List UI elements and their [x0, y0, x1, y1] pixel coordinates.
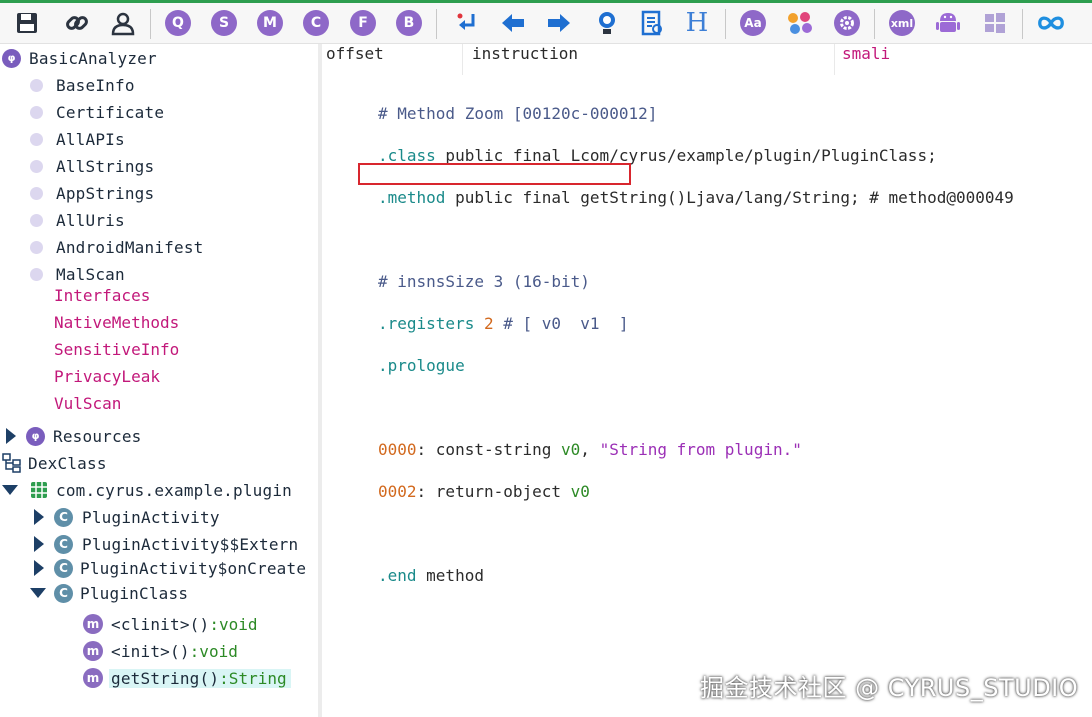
infinity-icon[interactable] [1036, 8, 1066, 38]
code-line: .method public final getString()Ljava/la… [378, 188, 1014, 207]
f-icon[interactable]: F [348, 8, 378, 38]
bulb-icon[interactable] [592, 8, 622, 38]
method-icon: m [83, 668, 103, 688]
forward-icon[interactable] [544, 8, 574, 38]
q-icon[interactable]: Q [163, 8, 193, 38]
xml-icon[interactable]: xml [887, 8, 917, 38]
splitter[interactable] [318, 44, 322, 717]
expand-arrow-icon[interactable] [6, 428, 16, 444]
code-line: .prologue [378, 356, 465, 375]
code-line: # insnsSize 3 (16-bit) [378, 272, 590, 291]
font-icon[interactable]: Aa [738, 8, 768, 38]
bullet-icon [30, 186, 43, 200]
tree-item-resources[interactable]: φ Resources [6, 424, 142, 448]
back-icon[interactable] [498, 8, 528, 38]
tree-item-allapis[interactable]: AllAPIs [30, 127, 125, 151]
c-icon[interactable]: C [301, 8, 331, 38]
tree-item-vulscan[interactable]: VulScan [54, 391, 121, 415]
bullet-icon [30, 105, 43, 119]
expand-arrow-icon[interactable] [34, 536, 44, 552]
expand-arrow-icon[interactable] [34, 509, 44, 525]
code-line: # Method Zoom [00120c-000012] [378, 104, 658, 123]
bullet-icon [30, 267, 43, 281]
tree-item-method-init[interactable]: m <init>():void [83, 639, 238, 663]
settings-icon[interactable] [832, 8, 862, 38]
android-icon[interactable] [933, 8, 963, 38]
column-header-smali[interactable]: smali [838, 44, 1092, 75]
class-icon: C [54, 534, 73, 554]
class-icon: C [54, 558, 73, 578]
code-line: .registers 2 # [ v0 v1 ] [378, 314, 629, 333]
collapse-arrow-icon[interactable] [30, 588, 46, 598]
h-icon[interactable]: H [682, 8, 712, 38]
tree-item-class-pluginactivity-oncreate[interactable]: C PluginActivity$onCreate [34, 556, 306, 580]
tree-item-appstrings[interactable]: AppStrings [30, 181, 154, 205]
expand-arrow-icon[interactable] [34, 560, 44, 576]
tree-item-sensitiveinfo[interactable]: SensitiveInfo [54, 337, 179, 361]
m-icon[interactable]: M [255, 8, 285, 38]
tree-item-method-clinit[interactable]: m <clinit>():void [83, 612, 258, 636]
project-tree: φ BasicAnalyzer BaseInfo Certificate All… [0, 44, 318, 717]
tree-item-method-getstring[interactable]: m getString():String [83, 666, 291, 690]
tree-item-privacyleak[interactable]: PrivacyLeak [54, 364, 160, 388]
windows-icon[interactable] [980, 8, 1010, 38]
highlight-box [358, 163, 631, 185]
bullet-icon [30, 78, 43, 92]
bullet-icon [30, 132, 43, 146]
b-icon[interactable]: B [394, 8, 424, 38]
smali-code-view[interactable]: # Method Zoom [00120c-000012] .class pub… [378, 82, 1014, 607]
column-header-instruction[interactable]: instruction [468, 44, 835, 75]
link-icon[interactable] [62, 8, 92, 38]
tree-item-baseinfo[interactable]: BaseInfo [30, 73, 135, 97]
save-icon[interactable] [12, 8, 42, 38]
resources-icon: φ [26, 426, 45, 446]
bullet-icon [30, 159, 43, 173]
tree-item-allstrings[interactable]: AllStrings [30, 154, 154, 178]
method-icon: m [83, 614, 103, 634]
bullet-icon [30, 213, 43, 227]
jump-icon[interactable] [452, 8, 482, 38]
class-icon: C [54, 583, 73, 603]
watermark: 掘金技术社区 @ CYRUS_STUDIO [700, 674, 1079, 702]
code-line: 0000: const-string v0, "String from plug… [378, 440, 802, 459]
tree-root-basicanalyzer[interactable]: φ BasicAnalyzer [2, 46, 157, 70]
collapse-arrow-icon[interactable] [2, 485, 18, 495]
bullet-icon [30, 240, 43, 254]
palette-icon[interactable] [785, 8, 815, 38]
user-icon[interactable] [108, 8, 138, 38]
tree-item-class-pluginactivity-extern[interactable]: C PluginActivity$$Extern [34, 532, 298, 556]
toolbar: Q S M C F B H Aa xml [0, 3, 1092, 44]
tree-item-package[interactable]: com.cyrus.example.plugin [2, 478, 292, 502]
tree-item-certificate[interactable]: Certificate [30, 100, 164, 124]
class-icon: C [54, 507, 73, 527]
code-line: .end method [378, 566, 484, 585]
hierarchy-icon [2, 453, 21, 473]
analyzer-icon: φ [2, 48, 21, 68]
tree-item-class-pluginclass[interactable]: C PluginClass [30, 581, 188, 605]
tree-item-dexclass[interactable]: DexClass [2, 451, 107, 475]
s-icon[interactable]: S [209, 8, 239, 38]
package-icon [31, 482, 47, 498]
tree-item-interfaces[interactable]: Interfaces [54, 283, 150, 307]
code-line: 0002: return-object v0 [378, 482, 590, 501]
tree-item-nativemethods[interactable]: NativeMethods [54, 310, 179, 334]
tree-item-alluris[interactable]: AllUris [30, 208, 125, 232]
report-icon[interactable] [637, 8, 667, 38]
method-icon: m [83, 641, 103, 661]
tree-item-androidmanifest[interactable]: AndroidManifest [30, 235, 204, 259]
column-header-offset[interactable]: offset [322, 44, 463, 75]
tree-item-class-pluginactivity[interactable]: C PluginActivity [34, 505, 220, 529]
